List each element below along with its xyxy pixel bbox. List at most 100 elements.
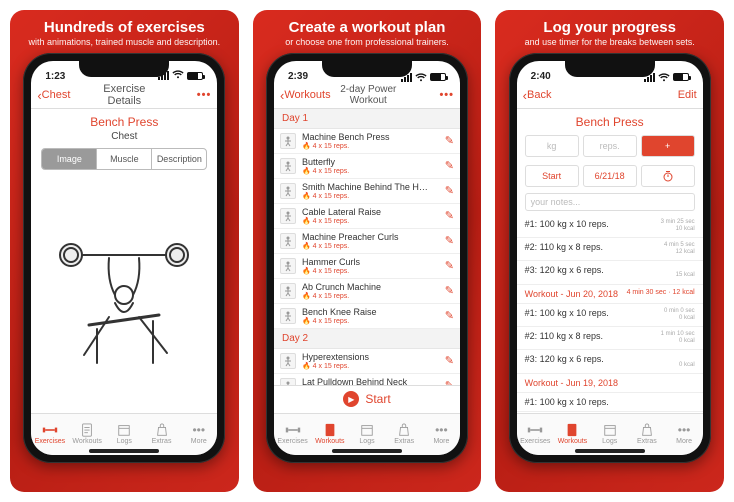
timer-button[interactable] xyxy=(641,165,695,187)
tab-exercises[interactable]: Exercises xyxy=(31,414,68,455)
start-button[interactable]: ▶ Start xyxy=(274,385,460,413)
tab-label: Exercises xyxy=(277,438,307,445)
more-icon: ••• xyxy=(192,423,205,437)
edit-icon[interactable]: ✎ xyxy=(445,184,454,197)
promo-subtitle: and use timer for the breaks between set… xyxy=(525,37,695,47)
tab-label: Extras xyxy=(394,438,414,445)
status-time: 1:23 xyxy=(45,71,65,82)
battery-icon xyxy=(430,73,446,81)
tab-label: Logs xyxy=(602,438,617,445)
tab-label: Logs xyxy=(117,438,132,445)
tab-label: Exercises xyxy=(35,438,65,445)
workout-row[interactable]: Machine Preacher Curls🔥 4 x 15 reps.✎ xyxy=(274,229,460,254)
edit-icon[interactable]: ✎ xyxy=(445,134,454,147)
log-row[interactable]: #3: 120 kg x 6 reps.15 kcal xyxy=(517,261,703,284)
promo-slot-1: Hundreds of exercises with animations, t… xyxy=(10,10,239,492)
segment-description[interactable]: Description xyxy=(151,149,206,169)
edit-icon[interactable]: ✎ xyxy=(445,284,454,297)
phone-notch xyxy=(79,59,169,77)
workout-row[interactable]: Hammer Curls🔥 4 x 15 reps.✎ xyxy=(274,254,460,279)
segment-image[interactable]: Image xyxy=(42,149,96,169)
phone-frame: 2:40 ‹ Back Edit Bench Press kg xyxy=(509,53,711,463)
tab-label: More xyxy=(676,438,692,445)
log-row[interactable]: #1: 100 kg x 10 reps.3 min 25 sec10 kcal xyxy=(517,215,703,238)
tab-label: Logs xyxy=(359,438,374,445)
tab-label: Workouts xyxy=(315,438,344,445)
screen-exercise-details: 1:23 ‹ Chest Exercise Details ••• B xyxy=(31,61,217,455)
log-set: #2: 110 kg x 8 reps. xyxy=(525,331,603,345)
edit-icon[interactable]: ✎ xyxy=(445,309,454,322)
workout-row[interactable]: Hyperextensions🔥 4 x 15 reps.✎ xyxy=(274,349,460,374)
tab-more[interactable]: ••• More xyxy=(665,414,702,455)
workout-row[interactable]: Smith Machine Behind The H…🔥 4 x 15 reps… xyxy=(274,179,460,204)
workout-row[interactable]: Cable Lateral Raise🔥 4 x 15 reps.✎ xyxy=(274,204,460,229)
log-set: #1: 100 kg x 10 reps. xyxy=(525,397,609,407)
exercise-name: Cable Lateral Raise xyxy=(302,207,439,217)
reps-input[interactable]: reps. xyxy=(583,135,637,157)
log-row[interactable]: #2: 110 kg x 8 reps.4 min 5 sec12 kcal xyxy=(517,238,703,261)
log-set: #2: 110 kg x 8 reps. xyxy=(525,242,603,256)
log-list[interactable]: #1: 100 kg x 10 reps.3 min 25 sec10 kcal… xyxy=(517,215,703,413)
log-row[interactable]: #1: 100 kg x 10 reps.0 min 0 sec0 kcal xyxy=(517,304,703,327)
date-button[interactable]: 6/21/18 xyxy=(583,165,637,187)
log-row[interactable]: #1: 100 kg x 10 reps. xyxy=(517,393,703,412)
exercise-name: Ab Crunch Machine xyxy=(302,282,439,292)
workout-row[interactable]: Butterfly🔥 4 x 15 reps.✎ xyxy=(274,154,460,179)
workout-list[interactable]: Day 1Machine Bench Press🔥 4 x 15 reps.✎B… xyxy=(274,109,460,385)
bag-icon xyxy=(639,423,655,437)
edit-button[interactable]: Edit xyxy=(678,89,697,101)
back-label: Back xyxy=(527,89,551,101)
more-button[interactable]: ••• xyxy=(197,89,212,101)
exercise-meta: 🔥 4 x 15 reps. xyxy=(302,142,439,150)
workout-row[interactable]: Bench Knee Raise🔥 4 x 15 reps. ✎ xyxy=(274,304,460,329)
play-icon: ▶ xyxy=(343,391,359,407)
status-icons xyxy=(401,73,446,82)
workout-row[interactable]: Ab Crunch Machine🔥 4 x 15 reps. ✎ xyxy=(274,279,460,304)
exercise-name: Bench Knee Raise xyxy=(302,307,439,317)
promo-title: Create a workout plan xyxy=(289,20,446,37)
log-meta: 0 kcal xyxy=(679,354,695,368)
home-indicator xyxy=(575,449,645,453)
back-label: Chest xyxy=(42,89,71,101)
back-button[interactable]: ‹ Back xyxy=(523,88,571,103)
exercise-meta: 🔥 4 x 15 reps. xyxy=(302,242,439,250)
exercise-name: Butterfly xyxy=(302,157,439,167)
exercise-meta: 🔥 4 x 15 reps. xyxy=(302,317,439,325)
exercise-title: Bench Press xyxy=(31,109,217,131)
screen-log: 2:40 ‹ Back Edit Bench Press kg xyxy=(517,61,703,455)
exercise-meta: 🔥 4 x 15 reps. xyxy=(302,292,439,300)
exercise-thumb-icon xyxy=(280,208,296,224)
add-set-button[interactable]: + xyxy=(641,135,695,157)
phone-notch xyxy=(322,59,412,77)
exercise-name: Hyperextensions xyxy=(302,352,439,362)
tab-exercises[interactable]: Exercises xyxy=(274,414,311,455)
tab-more[interactable]: ••• More xyxy=(423,414,460,455)
edit-icon[interactable]: ✎ xyxy=(445,354,454,367)
timer-icon xyxy=(662,170,674,182)
back-button[interactable]: ‹ Chest xyxy=(37,88,85,103)
edit-icon[interactable]: ✎ xyxy=(445,209,454,222)
edit-icon[interactable]: ✎ xyxy=(445,159,454,172)
tab-more[interactable]: ••• More xyxy=(180,414,217,455)
edit-icon[interactable]: ✎ xyxy=(445,259,454,272)
tab-exercises[interactable]: Exercises xyxy=(517,414,554,455)
exercise-name: Smith Machine Behind The H… xyxy=(302,182,439,192)
more-button[interactable]: ••• xyxy=(439,89,454,101)
back-button[interactable]: ‹ Workouts xyxy=(280,88,331,103)
segment-muscle[interactable]: Muscle xyxy=(96,149,151,169)
dumbbell-icon xyxy=(285,423,301,437)
clipboard-icon xyxy=(322,423,338,437)
notes-input[interactable]: your notes... xyxy=(525,193,695,211)
log-row[interactable]: #2: 110 kg x 8 reps.1 min 10 sec0 kcal xyxy=(517,327,703,350)
promo-title: Hundreds of exercises xyxy=(44,20,205,37)
start-timer-button[interactable]: Start xyxy=(525,165,579,187)
log-row[interactable]: #3: 120 kg x 6 reps.0 kcal xyxy=(517,350,703,373)
exercise-thumb-icon xyxy=(280,233,296,249)
phone-frame: 1:23 ‹ Chest Exercise Details ••• B xyxy=(23,53,225,463)
workout-row[interactable]: Machine Bench Press🔥 4 x 15 reps.✎ xyxy=(274,129,460,154)
edit-icon[interactable]: ✎ xyxy=(445,234,454,247)
kg-input[interactable]: kg xyxy=(525,135,579,157)
segmented-control[interactable]: Image Muscle Description xyxy=(41,148,207,170)
workout-row[interactable]: Lat Pulldown Behind Neck🔥 4 x 15 reps.✎ xyxy=(274,374,460,385)
clipboard-icon xyxy=(79,423,95,437)
